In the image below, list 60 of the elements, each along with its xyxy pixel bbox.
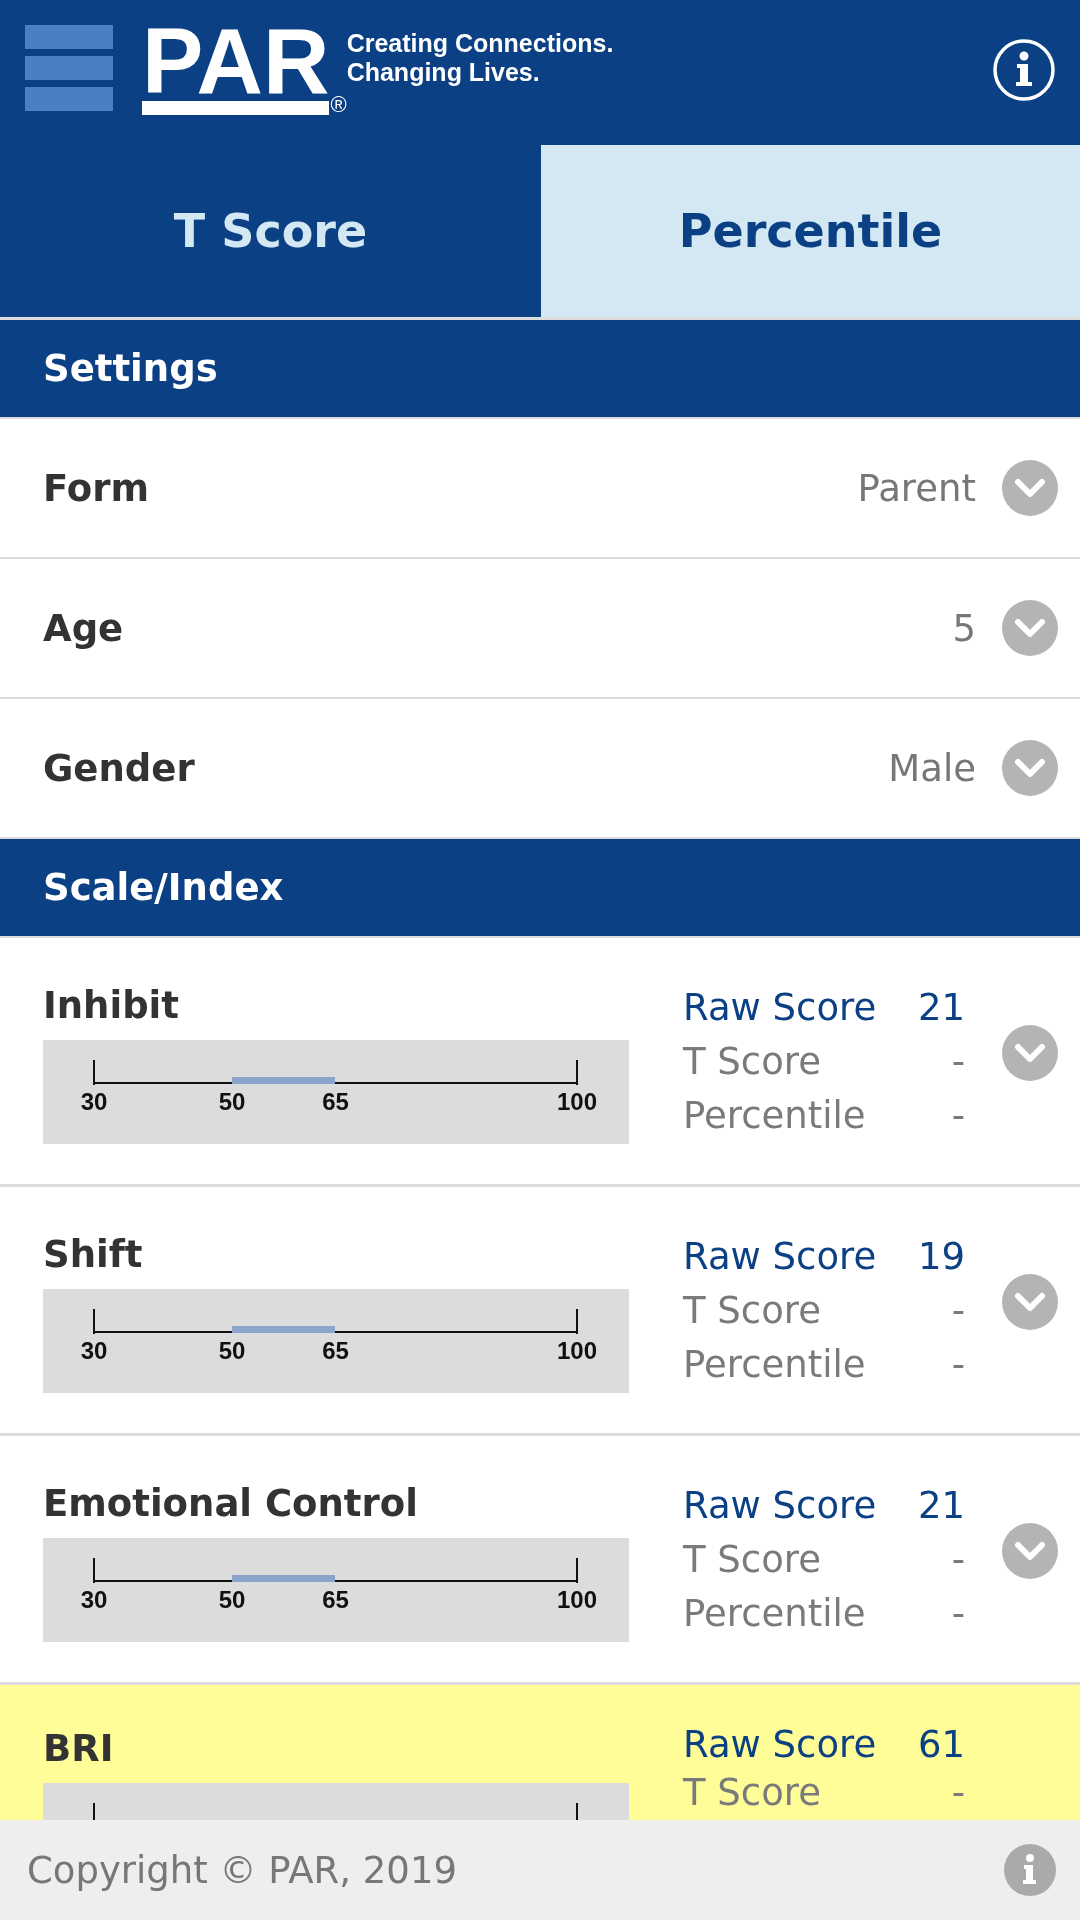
scale-name: Shift — [43, 1233, 143, 1277]
scale-name: Emotional Control — [43, 1482, 418, 1526]
tick-label: 50 — [218, 1339, 246, 1363]
score-value: 21 — [917, 986, 965, 1030]
score-label: Raw Score — [683, 1235, 877, 1279]
score-label: T Score — [683, 1771, 821, 1815]
info-icon[interactable] — [993, 39, 1055, 101]
dropdown-value: Male — [888, 746, 976, 790]
chevron-down-icon[interactable] — [1002, 600, 1058, 656]
registered-mark: ® — [330, 95, 347, 115]
tick-label: 50 — [218, 1090, 246, 1114]
tick-label: 100 — [557, 1339, 597, 1363]
score-label: Percentile — [683, 1592, 866, 1636]
chevron-down-icon[interactable] — [1002, 1274, 1058, 1330]
tab[interactable]: Percentile — [541, 145, 1080, 317]
chevron-down-icon[interactable] — [1002, 740, 1058, 796]
dropdown-value: Parent — [857, 466, 976, 510]
score-value: - — [951, 1592, 965, 1636]
chevron-down-icon[interactable] — [1002, 1025, 1058, 1081]
tick-label: 100 — [557, 1090, 597, 1114]
logo-tagline: Creating Connections. — [346, 29, 614, 58]
score-label: T Score — [683, 1289, 821, 1333]
dropdown-value: 5 — [952, 606, 976, 650]
menu-icon[interactable] — [25, 25, 113, 111]
tick-label: 30 — [80, 1588, 108, 1612]
chevron-down-icon[interactable] — [1002, 1523, 1058, 1579]
score-label: Raw Score — [683, 1484, 877, 1528]
tick-label: 65 — [322, 1339, 349, 1363]
score-value: - — [951, 1343, 965, 1387]
score-value: - — [951, 1094, 965, 1138]
scale-name: Inhibit — [43, 984, 179, 1028]
copyright-text: Copyright © PAR, 2019 — [27, 1848, 457, 1892]
score-label: Raw Score — [683, 986, 877, 1030]
score-value: 21 — [917, 1484, 965, 1528]
field-label: Gender — [43, 746, 195, 790]
field-label: Age — [43, 606, 124, 650]
score-label: Percentile — [683, 1343, 866, 1387]
scale-name: BRI — [43, 1727, 114, 1771]
score-value: 19 — [917, 1235, 965, 1279]
score-value: - — [951, 1538, 965, 1582]
tick-label: 30 — [80, 1339, 108, 1363]
tick-label: 30 — [80, 1090, 108, 1114]
score-label: T Score — [683, 1040, 821, 1084]
section-header: Settings — [0, 320, 1080, 419]
tick-label: 65 — [322, 1090, 349, 1114]
section-header: Scale/Index — [0, 839, 1080, 938]
tick-label: 50 — [218, 1588, 246, 1612]
score-value: - — [951, 1289, 965, 1333]
score-value: - — [951, 1040, 965, 1084]
tick-label: 100 — [557, 1588, 597, 1612]
logo-tagline: Changing Lives. — [346, 58, 541, 87]
field-label: Form — [43, 466, 149, 510]
chevron-down-icon[interactable] — [1002, 460, 1058, 516]
score-value: 61 — [917, 1723, 965, 1767]
score-label: Percentile — [683, 1094, 866, 1138]
score-label: T Score — [683, 1538, 821, 1582]
score-value: - — [951, 1771, 965, 1815]
tick-label: 65 — [322, 1588, 349, 1612]
logo-wordmark: PAR — [142, 27, 330, 115]
score-label: Raw Score — [683, 1723, 877, 1767]
